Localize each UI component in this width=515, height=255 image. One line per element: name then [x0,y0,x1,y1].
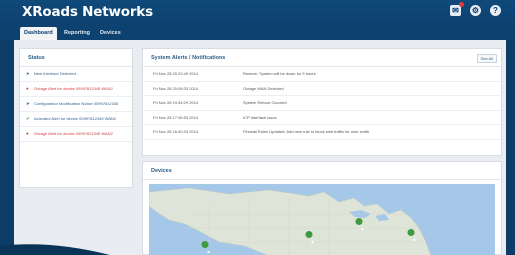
alert-time: Fri Nov 28 16:40:33 2014 [153,129,199,135]
alert-message: Restore: System will be down for 5 hours [243,71,316,77]
alert-message: ICP Interface issue [243,114,277,120]
land-mass [149,187,431,255]
status-item[interactable]: ➤ Configuration Modification Notice 0099… [20,97,132,112]
check-icon: ✔ [26,116,30,121]
dashboard-content: Status ➤ New Interface Detected - ● Outa… [14,40,506,255]
tab-dashboard[interactable]: Dashboard [20,27,57,40]
tab-reporting[interactable]: Reporting [60,27,94,40]
alerts-panel: System Alerts / Notifications See All Fr… [142,48,502,156]
table-row[interactable]: Fri Nov 28 16:40:33 2014 Firewall Rules … [143,125,501,140]
alert-circle-icon: ● [26,131,29,136]
alert-time: Fri Nov 28 20:06:33 2014 [153,85,199,91]
gear-icon[interactable]: ⚙ [470,5,481,16]
table-row[interactable]: Fri Nov 28 17:36:53 2014 ICP Interface i… [143,111,501,125]
app-title: XRoads Networks [22,4,153,20]
map-graphic [149,187,431,255]
header-icons: ✉ ⚙ ? [450,2,501,16]
status-text: New Interface Detected - [34,71,79,76]
status-item[interactable]: ● Outage Alert for device 00997812345 WA… [20,127,132,142]
status-text: Outage Alert for device 00997812345 WAN2 [34,131,113,136]
table-row[interactable]: Fri Nov 28 20:06:33 2014 Outage WAN Dete… [143,82,501,96]
status-panel: Status ➤ New Interface Detected - ● Outa… [19,48,133,188]
tab-devices[interactable]: Devices [96,27,125,40]
status-text: Activated Alert for device 00997812345 W… [34,116,117,121]
devices-title: Devices [143,162,501,180]
table-row[interactable]: Fri Nov 28 19:34:29 2014 System Reboot O… [143,96,501,111]
devices-panel: Devices [142,161,502,255]
status-item[interactable]: ➤ New Interface Detected - [20,67,132,82]
status-text: Outage Alert for device 00997812345 WAN2 [34,86,113,91]
status-text: Configuration Modification Notice 009978… [34,101,119,106]
table-row[interactable]: Fri Nov 28 20:22:49 2014 Restore: System… [143,67,501,82]
alert-message: System Reboot Occured [243,100,287,106]
status-item[interactable]: ● Outage Alert for device 00997812345 WA… [20,82,132,97]
help-icon[interactable]: ? [490,5,501,16]
status-title: Status [20,49,132,67]
notification-badge [459,2,464,7]
tab-bar: Dashboard Reporting Devices [0,24,515,40]
see-all-button[interactable]: See All [476,54,497,63]
alert-message: Outage WAN Detected [243,85,284,91]
arrow-right-icon: ➤ [26,101,30,106]
alert-time: Fri Nov 28 19:34:29 2014 [153,100,199,106]
alert-time: Fri Nov 28 20:22:49 2014 [153,71,199,77]
alert-message: Firewall Rules Updated: Add new rule to … [243,129,370,135]
device-pin[interactable] [201,241,210,255]
message-icon[interactable]: ✉ [450,2,464,16]
alert-time: Fri Nov 28 17:36:53 2014 [153,114,199,120]
status-item[interactable]: ✔ Activated Alert for device 00997812345… [20,112,132,127]
app-header: XRoads Networks ✉ ⚙ ? [0,0,515,24]
alert-circle-icon: ● [26,86,29,91]
arrow-right-icon: ➤ [26,71,30,76]
alerts-title: System Alerts / Notifications [143,49,501,67]
decorative-swoosh [0,244,110,255]
devices-map[interactable] [149,184,495,255]
